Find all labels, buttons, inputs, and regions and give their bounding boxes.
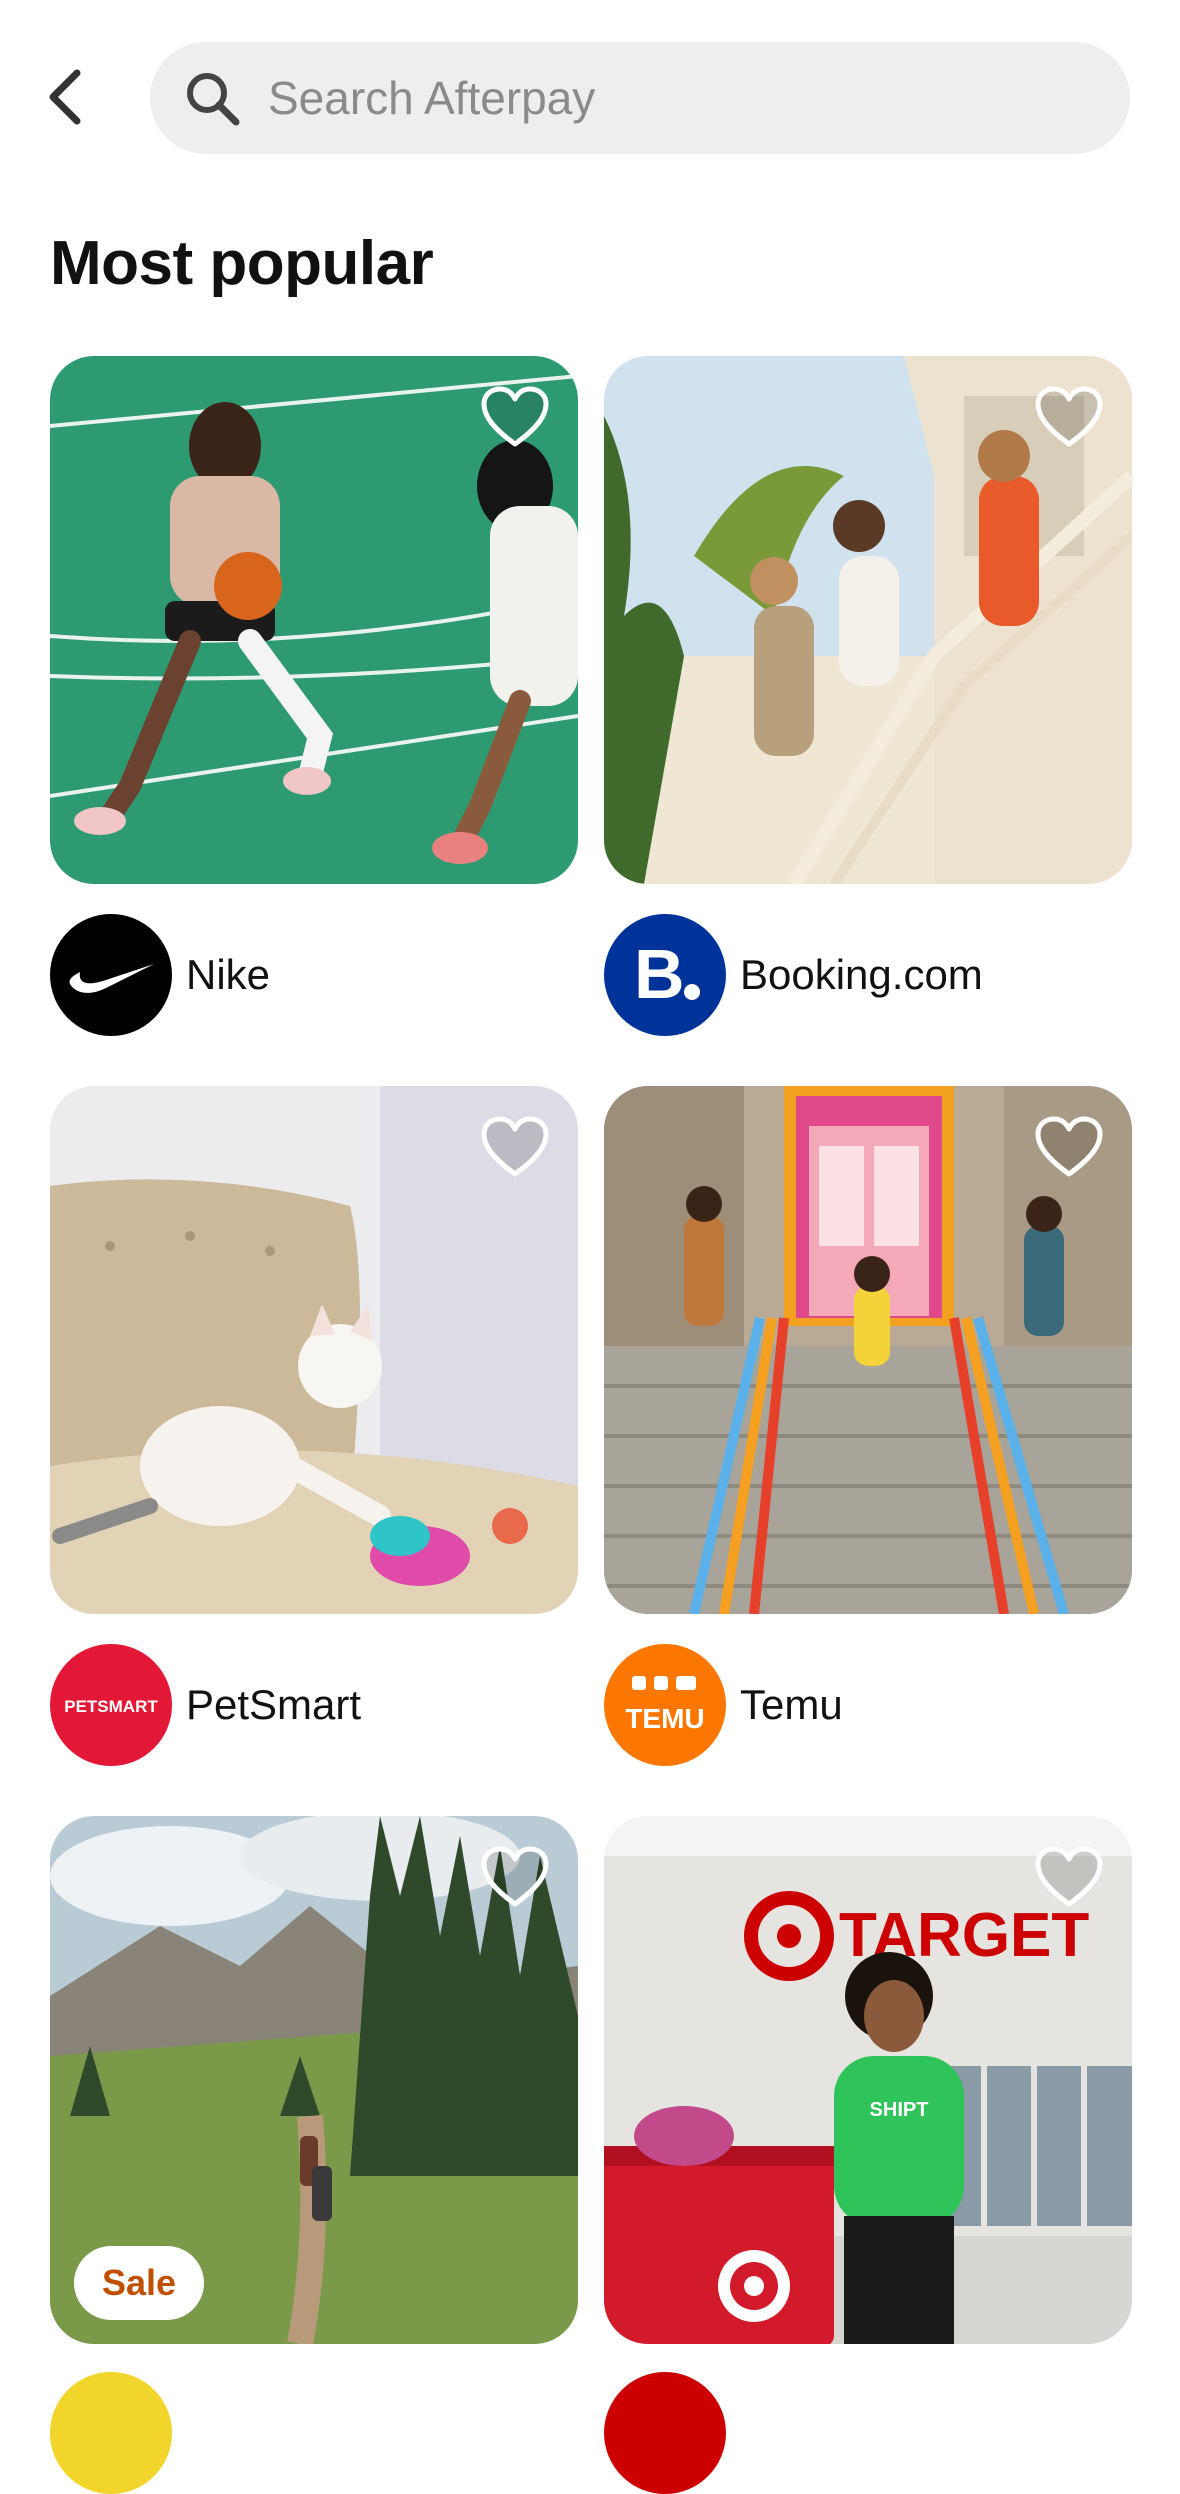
merchant-image	[604, 356, 1132, 884]
search-icon	[180, 66, 244, 130]
merchant-card-booking[interactable]: B Booking.com	[604, 356, 1132, 1036]
back-button[interactable]	[40, 62, 90, 132]
nike-swoosh-logo	[50, 914, 172, 1036]
merchant-image: TARGET SHIPT	[604, 1816, 1132, 2344]
heart-outline-icon[interactable]	[1034, 1116, 1104, 1180]
merchant-row: TEMU Temu	[604, 1642, 843, 1768]
search-input[interactable]	[266, 70, 1090, 126]
merchant-card-target[interactable]: TARGET SHIPT	[604, 1816, 1132, 2344]
section-title: Most popular	[50, 229, 434, 298]
merchant-name: Nike	[186, 951, 271, 998]
merchant-row: B Booking.com	[604, 912, 983, 1038]
merchant-name: Booking.com	[740, 951, 983, 998]
heart-outline-icon[interactable]	[480, 386, 550, 450]
merchant-name: Temu	[740, 1681, 843, 1728]
merchant-card-nike[interactable]: Nike	[50, 356, 578, 1036]
shirt-text: SHIPT	[870, 2099, 929, 2121]
top-bar	[0, 0, 1180, 160]
merchant-row: PETSMART PetSmart	[50, 1642, 361, 1768]
sale-badge: Sale	[74, 2246, 205, 2320]
merchant-card-temu[interactable]: TEMU Temu	[604, 1086, 1132, 1766]
merchant-card-petsmart[interactable]: PETSMART PetSmart	[50, 1086, 578, 1766]
merchant-name: PetSmart	[186, 1681, 362, 1728]
temu-logo: TEMU	[604, 1644, 726, 1766]
heart-outline-icon[interactable]	[1034, 386, 1104, 450]
merchant-logo-partial	[604, 2372, 726, 2494]
booking-b-logo: B	[604, 914, 726, 1036]
petsmart-logo: PETSMART	[50, 1644, 172, 1766]
heart-outline-icon[interactable]	[1034, 1846, 1104, 1910]
merchant-row: Nike	[50, 912, 270, 1038]
merchant-image	[604, 1086, 1132, 1614]
merchant-image	[50, 356, 578, 884]
temu-logo-text: TEMU	[625, 1703, 704, 1734]
merchant-image	[50, 1086, 578, 1614]
merchant-image: Sale	[50, 1816, 578, 2344]
merchant-logo-partial	[50, 2372, 172, 2494]
petsmart-logo-text: PETSMART	[64, 1697, 158, 1716]
svg-text:B: B	[634, 935, 685, 1013]
search-bar[interactable]	[150, 42, 1130, 154]
merchant-card-outdoor[interactable]: Sale	[50, 1816, 578, 2344]
heart-outline-icon[interactable]	[480, 1116, 550, 1180]
heart-outline-icon[interactable]	[480, 1846, 550, 1910]
back-chevron-icon	[49, 69, 81, 125]
